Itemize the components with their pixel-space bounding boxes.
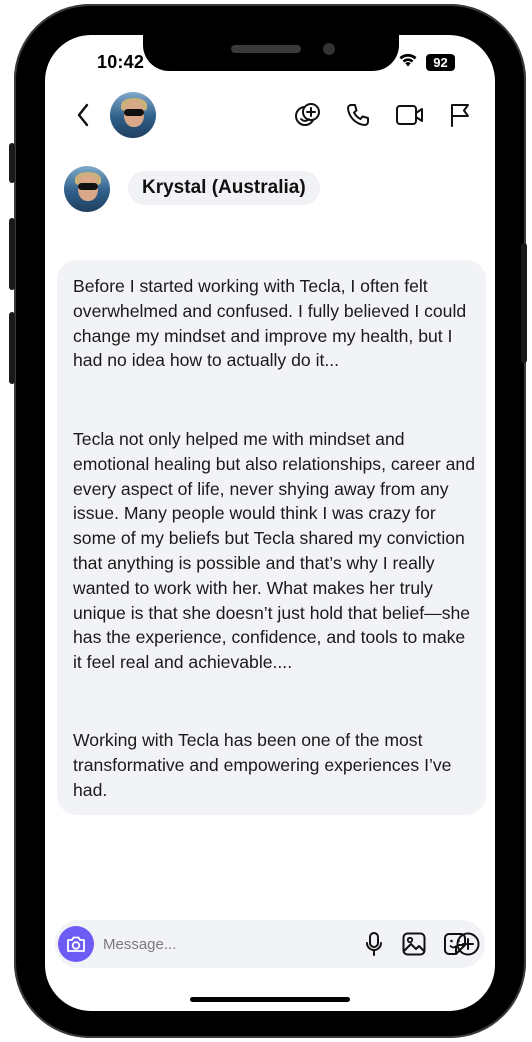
add-button[interactable] <box>454 930 482 958</box>
flag-icon <box>451 104 469 127</box>
phone-side-button <box>9 143 15 183</box>
phone-power-button <box>521 243 527 363</box>
voice-message-button[interactable] <box>360 930 388 958</box>
add-icon <box>456 932 480 956</box>
phone-icon <box>347 104 369 126</box>
phone-screen: 10:42 92 Krystal (Australia) Before I st… <box>45 35 495 1011</box>
battery-indicator: 92 <box>426 54 455 71</box>
voice-call-button[interactable] <box>343 100 373 130</box>
emoji-add-icon <box>295 103 320 126</box>
gallery-icon <box>402 932 426 956</box>
front-camera <box>323 43 335 55</box>
chat-header <box>45 90 495 140</box>
wifi-icon <box>399 53 417 67</box>
message-input[interactable] <box>103 930 303 958</box>
message-paragraph: Tecla not only helped me with mindset an… <box>73 429 475 673</box>
message-paragraph: Before I started working with Tecla, I o… <box>73 276 467 371</box>
message-composer <box>55 920 485 968</box>
contact-name[interactable]: Krystal (Australia) <box>128 171 320 205</box>
back-icon <box>77 103 89 127</box>
header-avatar[interactable] <box>110 92 156 138</box>
effects-button[interactable] <box>293 100 323 130</box>
speaker-grille <box>231 45 301 53</box>
report-button[interactable] <box>445 100 475 130</box>
camera-button[interactable] <box>58 926 94 962</box>
phone-volume-down-button <box>9 312 15 384</box>
back-button[interactable] <box>69 100 97 130</box>
status-time: 10:42 <box>97 52 145 72</box>
contact-avatar[interactable] <box>64 166 110 212</box>
phone-volume-up-button <box>9 218 15 290</box>
notch <box>143 35 399 71</box>
microphone-icon <box>366 932 382 956</box>
home-indicator[interactable] <box>190 997 350 1002</box>
gallery-button[interactable] <box>400 930 428 958</box>
camera-icon <box>67 936 85 952</box>
message-bubble: Before I started working with Tecla, I o… <box>57 260 486 815</box>
video-call-button[interactable] <box>394 100 426 130</box>
video-call-icon <box>396 105 423 125</box>
message-paragraph: Working with Tecla has been one of the m… <box>73 730 452 800</box>
